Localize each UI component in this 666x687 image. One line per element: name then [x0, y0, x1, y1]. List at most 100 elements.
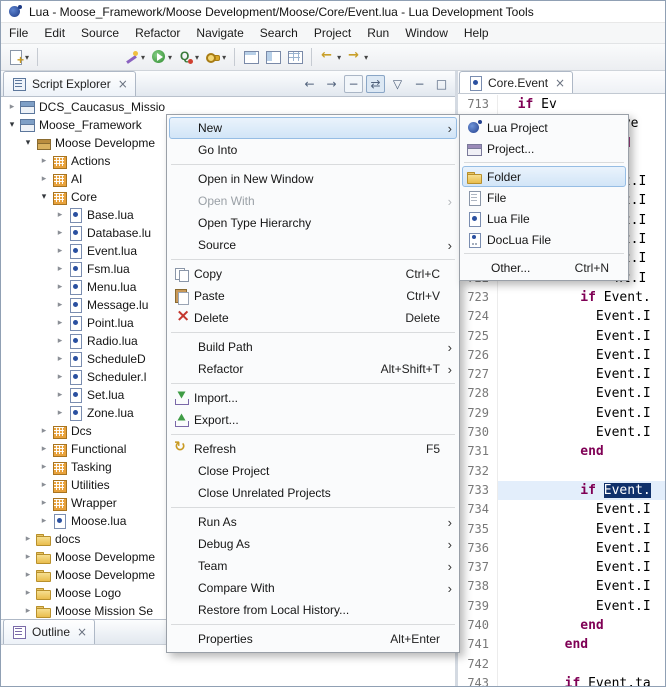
expand-arrow-icon[interactable]: ▸ [5, 102, 19, 112]
forward-arrow-icon[interactable]: → [322, 75, 341, 93]
expand-arrow-icon[interactable]: ▸ [53, 300, 67, 310]
expand-arrow-icon[interactable]: ▸ [21, 606, 35, 616]
menu-item-compare-with[interactable]: Compare With› [169, 577, 457, 599]
expand-arrow-icon[interactable]: ▸ [53, 390, 67, 400]
expand-arrow-icon[interactable]: ▾ [21, 138, 35, 148]
menu-item-new[interactable]: New› [169, 117, 457, 139]
menu-refactor[interactable]: Refactor [127, 23, 188, 44]
expand-arrow-icon[interactable]: ▸ [37, 480, 51, 490]
external-tools-button[interactable]: ▾ [121, 47, 148, 67]
expand-arrow-icon[interactable]: ▸ [37, 498, 51, 508]
menu-search[interactable]: Search [252, 23, 306, 44]
close-icon[interactable]: × [118, 77, 128, 91]
menu-item-team[interactable]: Team› [169, 555, 457, 577]
code-line[interactable]: 741 end [458, 635, 665, 654]
code-line[interactable]: 729 Event.I [458, 404, 665, 423]
close-icon[interactable]: × [555, 76, 565, 90]
menu-item-refresh[interactable]: RefreshF5 [169, 438, 457, 460]
menu-item-go-into[interactable]: Go Into [169, 139, 457, 161]
close-icon[interactable]: × [77, 625, 87, 639]
expand-arrow-icon[interactable]: ▸ [53, 264, 67, 274]
expand-arrow-icon[interactable]: ▸ [53, 372, 67, 382]
code-line[interactable]: 738 Event.I [458, 577, 665, 596]
code-line[interactable]: 723 if Event. [458, 288, 665, 307]
menu-item-open-type-hierarchy[interactable]: Open Type Hierarchy [169, 212, 457, 234]
expand-arrow-icon[interactable]: ▸ [53, 210, 67, 220]
menu-item-open-with[interactable]: Open With› [169, 190, 457, 212]
tab-outline[interactable]: Outline × [3, 619, 95, 644]
menu-item-close-unrelated-projects[interactable]: Close Unrelated Projects [169, 482, 457, 504]
maximize-icon[interactable]: □ [432, 75, 451, 93]
code-line[interactable]: 726 Event.I [458, 346, 665, 365]
back-arrow-icon[interactable]: ← [300, 75, 319, 93]
back-button[interactable]: ▾ [317, 47, 344, 67]
code-line[interactable]: 743 if Event.ta [458, 674, 665, 687]
menu-item-other[interactable]: Other...Ctrl+N [462, 257, 626, 278]
expand-arrow-icon[interactable]: ▸ [53, 228, 67, 238]
expand-arrow-icon[interactable]: ▸ [53, 336, 67, 346]
menu-item-lua-file[interactable]: Lua File [462, 208, 626, 229]
expand-arrow-icon[interactable]: ▸ [53, 318, 67, 328]
forward-button[interactable]: ▾ [344, 47, 371, 67]
code-line[interactable]: 724 Event.I [458, 307, 665, 326]
code-line[interactable]: 730 Event.I [458, 423, 665, 442]
expand-arrow-icon[interactable]: ▸ [21, 588, 35, 598]
menu-item-lua-project[interactable]: Lua Project [462, 117, 626, 138]
editor-grid-button[interactable] [284, 47, 306, 67]
code-line[interactable]: 732 [458, 462, 665, 481]
menu-navigate[interactable]: Navigate [188, 23, 251, 44]
code-line[interactable]: 734 Event.I [458, 500, 665, 519]
menu-window[interactable]: Window [397, 23, 456, 44]
coverage-button[interactable]: ▾ [175, 47, 202, 67]
expand-arrow-icon[interactable]: ▸ [53, 246, 67, 256]
expand-arrow-icon[interactable]: ▸ [53, 354, 67, 364]
menu-source[interactable]: Source [73, 23, 127, 44]
expand-arrow-icon[interactable]: ▸ [37, 462, 51, 472]
minimize-icon[interactable]: − [410, 75, 429, 93]
menu-item-copy[interactable]: CopyCtrl+C [169, 263, 457, 285]
expand-arrow-icon[interactable]: ▾ [5, 120, 19, 130]
new-wizard-button[interactable]: ▾ [5, 47, 32, 67]
expand-arrow-icon[interactable]: ▸ [53, 282, 67, 292]
menu-item-import[interactable]: Import... [169, 387, 457, 409]
code-line[interactable]: 731 end [458, 442, 665, 461]
expand-arrow-icon[interactable]: ▸ [37, 156, 51, 166]
link-with-editor-icon[interactable]: ⇄ [366, 75, 385, 93]
menu-item-paste[interactable]: PasteCtrl+V [169, 285, 457, 307]
menu-item-folder[interactable]: Folder [462, 166, 626, 187]
menu-item-project[interactable]: Project... [462, 138, 626, 159]
menu-item-open-in-new-window[interactable]: Open in New Window [169, 168, 457, 190]
code-line[interactable]: 713 if Ev [458, 95, 665, 114]
menu-item-run-as[interactable]: Run As› [169, 511, 457, 533]
menu-item-file[interactable]: File [462, 187, 626, 208]
menu-edit[interactable]: Edit [36, 23, 73, 44]
expand-arrow-icon[interactable]: ▸ [37, 174, 51, 184]
menu-item-close-project[interactable]: Close Project [169, 460, 457, 482]
code-line[interactable]: 736 Event.I [458, 539, 665, 558]
expand-arrow-icon[interactable]: ▸ [37, 426, 51, 436]
code-line[interactable]: 737 Event.I [458, 558, 665, 577]
menu-item-restore-from-local-history[interactable]: Restore from Local History... [169, 599, 457, 621]
menu-item-delete[interactable]: DeleteDelete [169, 307, 457, 329]
editor-window-button[interactable] [240, 47, 262, 67]
expand-arrow-icon[interactable]: ▸ [21, 570, 35, 580]
run-button[interactable]: ▾ [148, 47, 175, 67]
expand-arrow-icon[interactable]: ▸ [37, 444, 51, 454]
code-line[interactable]: 735 Event.I [458, 520, 665, 539]
view-menu-icon[interactable]: ▽ [388, 75, 407, 93]
code-line[interactable]: 727 Event.I [458, 365, 665, 384]
code-line[interactable]: 739 Event.I [458, 597, 665, 616]
code-line[interactable]: 725 Event.I [458, 327, 665, 346]
tab-script-explorer[interactable]: Script Explorer × [3, 71, 136, 96]
menu-item-doclua-file[interactable]: DocLua File [462, 229, 626, 250]
tab-core-event[interactable]: Core.Event × [459, 71, 573, 93]
expand-arrow-icon[interactable]: ▸ [53, 408, 67, 418]
menu-help[interactable]: Help [456, 23, 497, 44]
expand-arrow-icon[interactable]: ▸ [37, 516, 51, 526]
menu-item-source[interactable]: Source› [169, 234, 457, 256]
menu-item-build-path[interactable]: Build Path› [169, 336, 457, 358]
menu-run[interactable]: Run [359, 23, 397, 44]
menu-item-refactor[interactable]: RefactorAlt+Shift+T› [169, 358, 457, 380]
code-line[interactable]: 733 if Event. [458, 481, 665, 500]
menu-item-properties[interactable]: PropertiesAlt+Enter [169, 628, 457, 650]
